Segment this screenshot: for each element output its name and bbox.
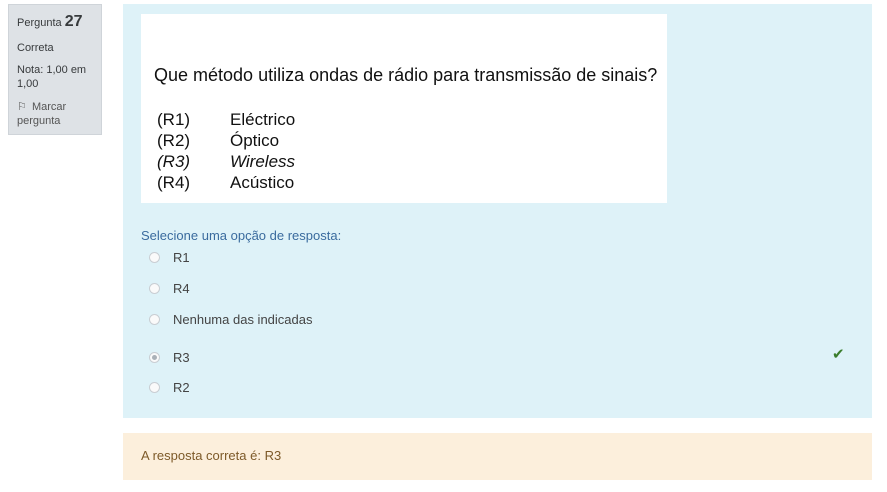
question-info-panel: Pergunta 27 Correta Nota: 1,00 em 1,00 ⚐… [8,4,102,135]
radio-button[interactable] [149,313,160,325]
question-option-code: (R2) [157,131,191,150]
question-content: Que método utiliza ondas de rádio para t… [123,4,872,418]
question-option-label: Wireless [230,152,296,171]
question-image: Que método utiliza ondas de rádio para t… [141,14,667,203]
radio-button[interactable] [149,282,160,294]
question-option: (R4) Acústico [157,172,295,193]
question-option-code: (R3) [157,152,191,171]
right-answer-feedback: A resposta correta é: R3 [123,433,872,480]
question-grade: Nota: 1,00 em 1,00 [17,64,87,91]
question-option: (R3) Wireless [157,151,295,172]
question-option-label: Óptico [230,131,280,150]
answer-choice-label: R3 [173,349,190,365]
question-option: (R2) Óptico [157,130,295,151]
answer-choice-r3[interactable]: R3 [149,347,190,367]
answer-choice-label: R4 [173,280,190,296]
answer-choice-none[interactable]: Nenhuma das indicadas [149,309,312,329]
right-answer-text: A resposta correta é: R3 [141,448,282,463]
answer-choice-label: R2 [173,379,190,395]
question-option-code: (R4) [157,173,191,192]
question-number-value: 27 [64,13,83,30]
flag-question-link[interactable]: ⚐ Marcar pergunta [17,100,93,129]
question-options-list: (R1) Eléctrico (R2) Óptico (R3) Wireless (R… [157,109,295,193]
question-state: Correta [17,41,54,54]
answer-choice-r2[interactable]: R2 [149,377,190,397]
question-option: (R1) Eléctrico [157,109,295,130]
answer-choice-r1[interactable]: R1 [149,247,190,267]
answer-choice-r4[interactable]: R4 [149,278,190,298]
radio-button[interactable] [149,381,160,393]
radio-button-selected[interactable] [149,351,160,363]
answer-prompt: Selecione uma opção de resposta: [141,228,342,243]
question-option-label: Eléctrico [230,110,296,129]
question-number: Pergunta 27 [17,12,93,33]
answer-choice-label: R1 [173,249,190,265]
radio-button[interactable] [149,251,160,263]
flag-icon: ⚐ [17,100,27,113]
question-label: Pergunta [17,17,62,29]
correct-checkmark-icon: ✔ [832,346,845,363]
question-text: Que método utiliza ondas de rádio para t… [154,65,658,85]
question-option-code: (R1) [157,110,191,129]
question-option-label: Acústico [230,173,295,192]
answer-choice-label: Nenhuma das indicadas [173,311,313,327]
